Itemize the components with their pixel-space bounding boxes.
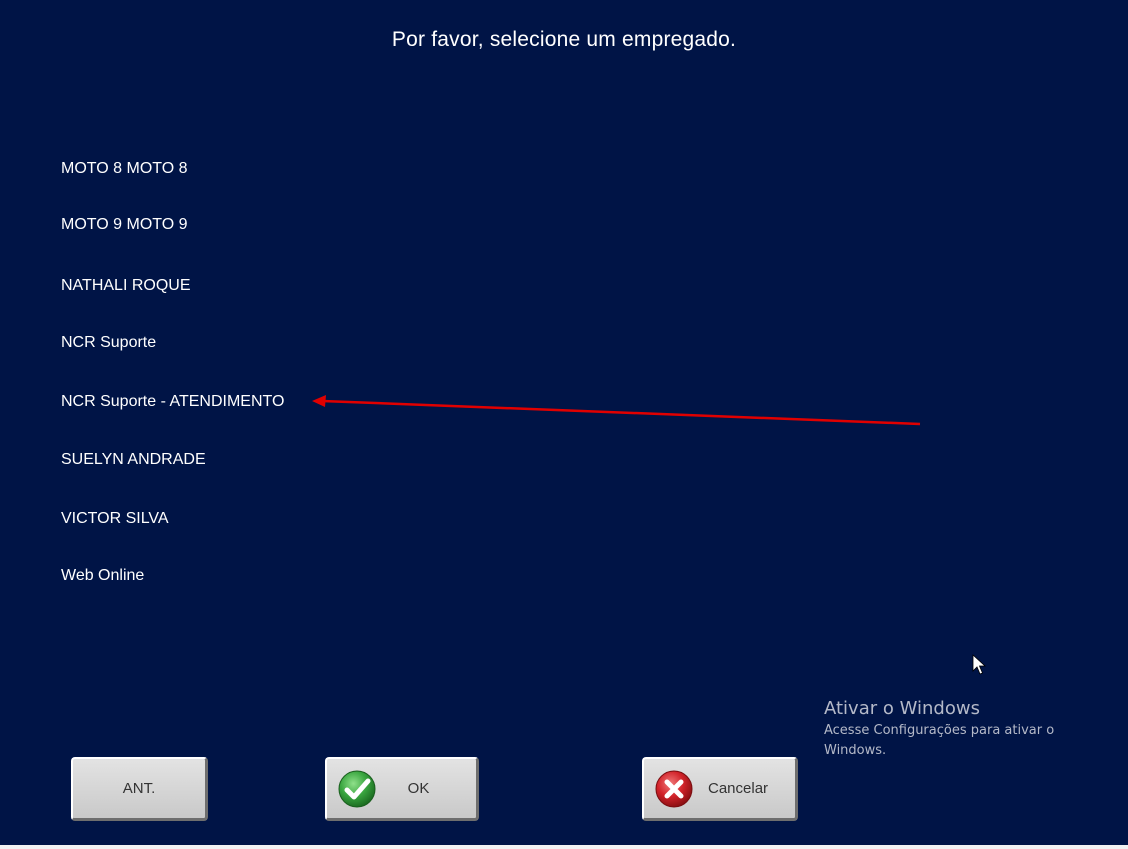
activation-message: Acesse Configurações para ativar o Windo… xyxy=(824,723,1055,758)
list-item-employee[interactable]: VICTOR SILVA xyxy=(61,508,169,530)
ok-button-label: OK xyxy=(407,780,430,797)
list-item-employee[interactable]: Web Online xyxy=(61,565,144,587)
ok-button[interactable]: OK xyxy=(325,757,479,821)
previous-button-label: ANT. xyxy=(122,780,156,797)
list-item-employee[interactable]: MOTO 9 MOTO 9 xyxy=(61,214,188,236)
list-item-employee[interactable]: SUELYN ANDRADE xyxy=(61,449,206,471)
bottom-border xyxy=(0,845,1128,849)
cancel-button[interactable]: Cancelar xyxy=(642,757,798,821)
windows-activation-watermark: Ativar o Windows Acesse Configurações pa… xyxy=(824,698,1094,761)
close-icon xyxy=(654,769,694,809)
activation-title: Ativar o Windows xyxy=(824,698,980,719)
check-icon xyxy=(337,769,377,809)
list-item-employee[interactable]: MOTO 8 MOTO 8 xyxy=(61,158,188,180)
employee-selection-screen: Por favor, selecione um empregado. MOTO … xyxy=(0,0,1128,845)
list-item-employee[interactable]: NATHALI ROQUE xyxy=(61,275,191,297)
cancel-button-label: Cancelar xyxy=(708,780,769,797)
employee-list: MOTO 8 MOTO 8 MOTO 9 MOTO 9 NATHALI ROQU… xyxy=(61,0,561,845)
mouse-pointer-icon xyxy=(972,654,987,675)
list-item-employee[interactable]: NCR Suporte xyxy=(61,332,156,354)
previous-button[interactable]: ANT. xyxy=(71,757,208,821)
list-item-employee[interactable]: NCR Suporte - ATENDIMENTO xyxy=(61,391,284,413)
